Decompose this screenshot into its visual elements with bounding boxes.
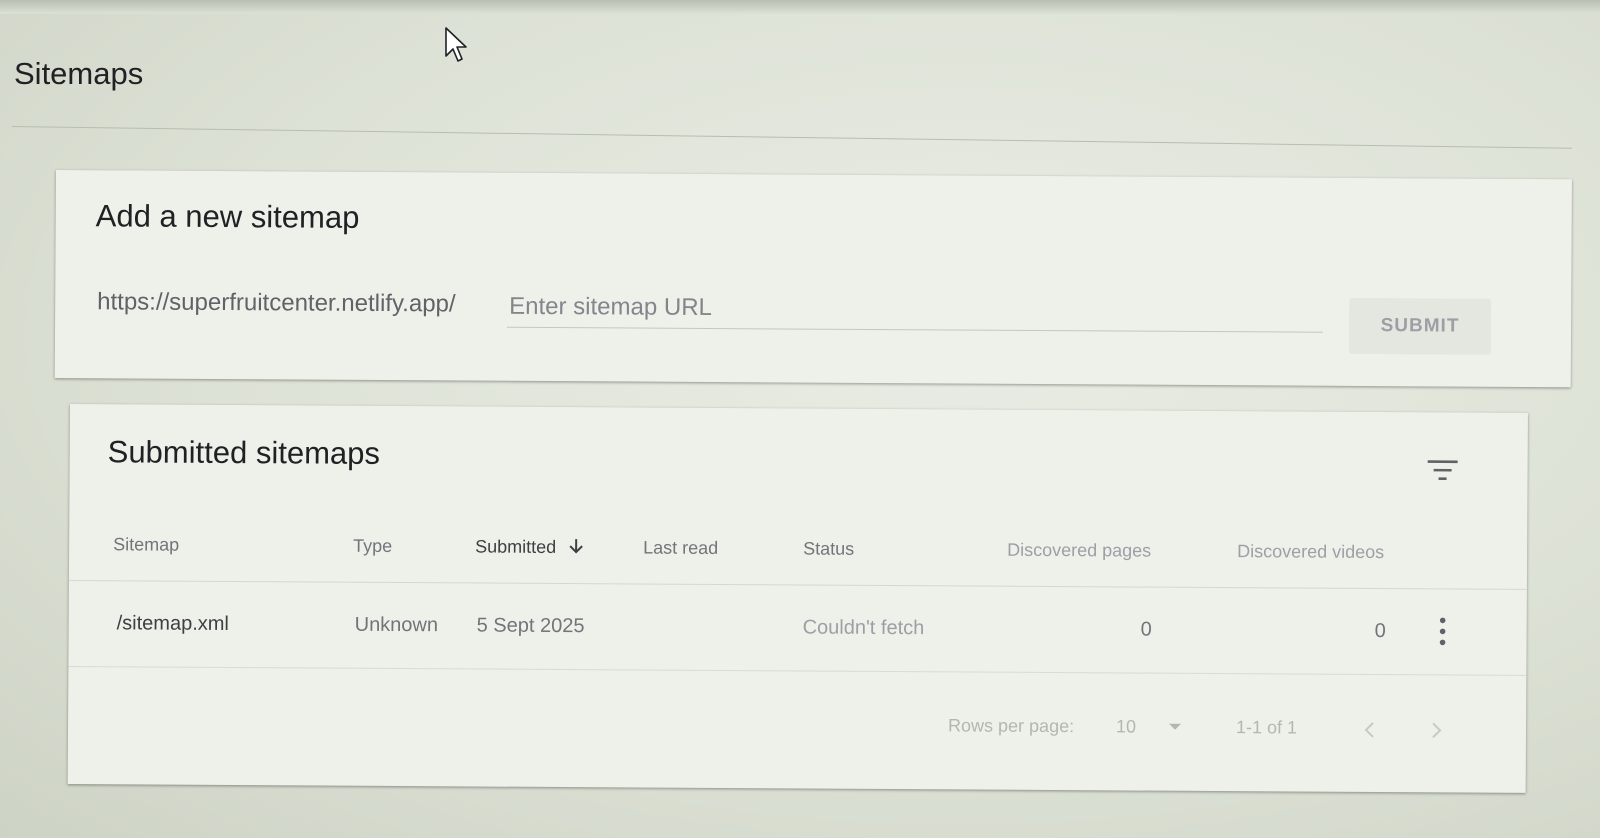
sitemap-url-input[interactable] [507,286,1324,333]
column-header-submitted-label: Submitted [475,536,557,557]
more-vert-icon[interactable] [1433,614,1453,648]
pagination-range: 1-1 of 1 [1235,717,1298,738]
cell-submitted: 5 Sept 2025 [476,614,585,638]
submit-button[interactable]: SUBMIT [1348,297,1492,355]
column-header-submitted[interactable]: Submitted [475,536,585,558]
rows-per-page-label: Rows per page: [947,715,1075,737]
table-row[interactable]: /sitemap.xml Unknown 5 Sept 2025 Couldn'… [68,581,1527,676]
cell-sitemap[interactable]: /sitemap.xml [117,612,229,636]
dropdown-caret-icon [1169,723,1182,730]
pagination: Rows per page: 10 1-1 of 1 [68,704,1526,753]
sitemap-url-prefix: https://superfruitcenter.netlify.app/ [97,288,456,318]
column-header-type[interactable]: Type [353,536,392,557]
add-sitemap-card: Add a new sitemap https://superfruitcent… [54,170,1572,388]
cell-status: Couldn't fetch [802,616,925,640]
column-header-last-read[interactable]: Last read [643,538,718,559]
column-header-status[interactable]: Status [803,538,854,559]
rows-per-page-select[interactable]: 10 [1115,716,1182,737]
arrow-down-icon [569,539,583,554]
cell-discovered-pages: 0 [1140,618,1152,641]
mouse-pointer-icon [445,27,467,62]
column-header-sitemap[interactable]: Sitemap [113,534,179,555]
chevron-left-icon[interactable] [1358,718,1382,742]
add-sitemap-title: Add a new sitemap [95,198,360,235]
chevron-right-icon[interactable] [1424,718,1448,742]
cell-type: Unknown [354,613,439,637]
column-header-discovered-videos[interactable]: Discovered videos [1237,541,1384,563]
submitted-sitemaps-card: Submitted sitemaps Sitemap Type Submitte… [67,404,1528,793]
submitted-sitemaps-title: Submitted sitemaps [107,434,381,471]
browser-top-edge [0,0,1600,14]
cell-discovered-videos: 0 [1374,619,1386,643]
table-header: Sitemap Type Submitted Last read Status … [68,521,1528,590]
rows-per-page-value: 10 [1115,716,1137,737]
title-divider [11,126,1572,149]
filter-icon[interactable] [1426,456,1460,484]
page-title: Sitemaps [14,56,144,91]
column-header-discovered-pages[interactable]: Discovered pages [1007,540,1151,562]
